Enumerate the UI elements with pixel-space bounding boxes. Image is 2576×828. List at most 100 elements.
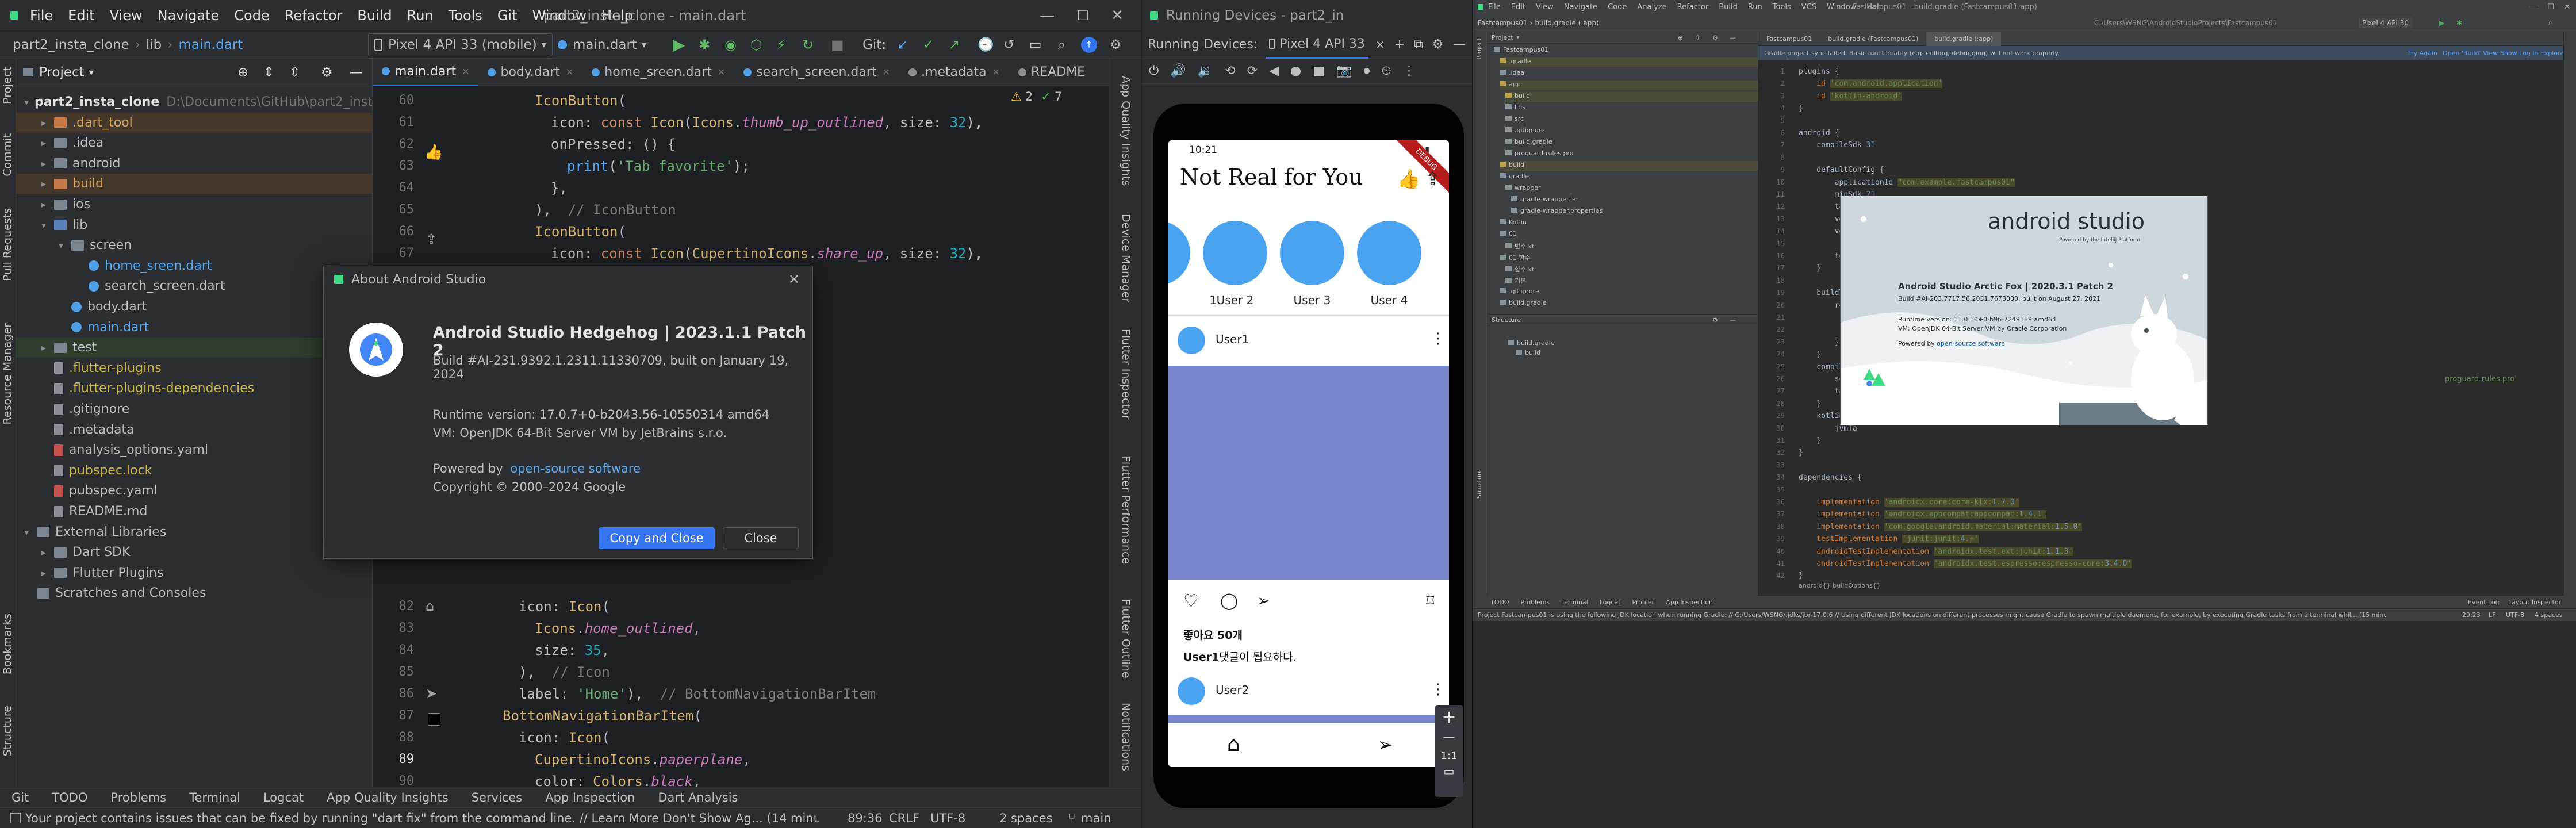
post-username[interactable]: User1 [1216,332,1249,346]
tree-item[interactable]: ▸ android [16,154,372,174]
project-view-selector[interactable]: Project [39,65,85,80]
tool-tab-structure[interactable]: Structure [1,706,15,756]
story-avatar[interactable] [1280,221,1344,285]
menu-item[interactable]: File [30,7,53,24]
close-icon[interactable]: ✕ [1111,7,1124,24]
add-device-icon[interactable]: + [1394,37,1405,52]
copy-and-close-button[interactable]: Copy and Close [599,527,715,549]
chevron-down-icon[interactable]: ▾ [24,97,29,108]
tree-item[interactable]: 함수.kt [1505,264,1534,274]
post-username[interactable]: User2 [1216,683,1249,697]
editor-tab[interactable]: README [1009,59,1094,86]
gear-icon[interactable]: ⚙ [1712,315,1718,326]
menu-item[interactable]: Tools [1773,3,1791,12]
menu-item[interactable]: Analyze [1637,3,1666,12]
tree-item[interactable]: app [1500,80,1758,90]
expand-all-icon[interactable]: ⇕ [263,65,274,80]
tree-item[interactable]: gradle [1500,172,1529,182]
device-selector[interactable]: Pixel 4 API 30 [2359,17,2413,28]
profile-icon[interactable]: ◉ [724,37,737,53]
tree-item[interactable]: ▾ External Libraries [16,522,372,542]
tool-tab-app-quality[interactable]: App Quality Insights [1118,76,1132,186]
git-commit-icon[interactable]: ✓ [923,37,934,52]
tree-item[interactable]: .flutter-plugins-dependencies [16,378,372,398]
tree-item[interactable]: ▸ Dart SDK [16,542,372,562]
breadcrumb-lib[interactable]: lib [146,37,162,52]
chevron-right-icon[interactable]: ▸ [41,342,54,353]
chevron-right-icon[interactable]: ▸ [41,137,54,148]
chevron-right-icon[interactable]: ▸ [41,178,54,189]
open-build-view-link[interactable]: Open 'Build' View [2443,49,2498,57]
bottom-tool-event-log[interactable]: Event Log [2468,599,2500,606]
volume-down-icon[interactable]: 🔉 [1198,64,1213,78]
tree-item[interactable]: wrapper [1505,184,1541,194]
bottom-tool-problems[interactable]: Problems [110,791,166,804]
debug-icon[interactable]: ✱ [699,37,710,53]
close-icon[interactable]: ✕ [2564,3,2570,12]
gear-icon[interactable]: ⚙ [321,65,333,80]
run-config-selector[interactable]: main.dart ▾ [552,33,652,56]
collapse-all-icon[interactable]: ⇳ [1695,34,1700,41]
editor-tab[interactable]: main.dart ✕ [373,59,479,86]
menu-item[interactable]: Refactor [285,7,343,24]
bottom-tool-logcat[interactable]: Logcat [263,791,304,804]
git-branch[interactable]: main [1081,811,1111,825]
debug-icon[interactable]: ✱ [2456,19,2462,27]
bottom-tool-git[interactable]: Git [12,791,29,804]
tree-item[interactable]: ▾ part2_insta_clone D:\Documents\GitHub\pa… [16,92,372,112]
editor-tab[interactable]: .metadata ✕ [899,59,1009,86]
more-icon[interactable]: ⋮ [1431,330,1446,347]
tree-item[interactable]: .gitignore [1500,288,1539,297]
close-tab-icon[interactable]: ✕ [566,67,573,78]
post-image[interactable] [1168,715,1449,723]
post-avatar[interactable] [1178,327,1205,354]
open-source-link[interactable]: open-source software [510,462,641,476]
collapse-all-icon[interactable]: ⇳ [289,65,300,80]
tree-item[interactable]: .metadata [16,420,372,440]
chevron-down-icon[interactable]: ▾ [24,527,37,538]
tool-tab-project[interactable]: Project [1475,38,1486,60]
locate-icon[interactable]: ⊕ [1678,34,1683,41]
story-avatar[interactable] [1168,221,1190,285]
tool-tab-project[interactable]: Project [1,67,15,104]
editor-tab[interactable]: build.gradle (Fastcampus01) [1820,35,1926,43]
tree-item[interactable]: Kotlin [1500,218,1527,228]
menu-item[interactable]: VCS [1801,3,1816,12]
menu-item[interactable]: Navigate [158,7,220,24]
line-separator[interactable]: CRLF [889,811,919,825]
bottom-tool-profiler[interactable]: Profiler [1632,599,1654,606]
tree-item[interactable]: ▸ .idea [16,133,372,153]
close-tab-icon[interactable]: ✕ [1375,38,1385,52]
settings-icon[interactable]: ⚙ [1432,37,1444,52]
comment-icon[interactable]: ◯ [1220,591,1238,610]
post-avatar[interactable] [1178,677,1205,705]
tree-item[interactable]: .idea [1500,69,1524,79]
more-icon[interactable]: ⋮ [1403,64,1416,78]
menu-item[interactable]: Tools [448,7,482,24]
tree-item[interactable]: ▸ build [16,174,372,194]
tool-tab-flutter-outline[interactable]: Flutter Outline [1118,599,1132,678]
tree-item[interactable]: .gitignore [16,399,372,419]
tree-item[interactable]: ▾ lib [16,215,372,235]
hide-icon[interactable]: — [350,65,363,80]
home-circle-icon[interactable]: ● [1290,64,1301,78]
file-encoding[interactable]: UTF-8 [930,811,965,825]
device-manager-icon[interactable]: ▭ [1029,37,1042,52]
phone-screen[interactable]: 10:21 ▮ ◢ DEBUG Not Real for You 👍 ⇪ 1Us… [1168,140,1449,767]
rollback-icon[interactable]: ↺ [1003,37,1014,52]
menu-item[interactable]: Build [357,7,392,24]
locate-icon[interactable]: ⊕ [237,65,248,80]
tool-tab-flutter-inspector[interactable]: Flutter Inspector [1118,329,1132,419]
zoom-out-icon[interactable]: − [1435,727,1463,747]
editor-tab-active[interactable]: build.gradle (:app) [1926,32,2002,46]
chevron-right-icon[interactable]: ▸ [41,568,54,578]
breadcrumb-project[interactable]: part2_insta_clone [13,37,129,52]
tree-item[interactable]: home_sreen.dart [16,256,372,276]
hot-reload-icon[interactable]: ⚡ [776,37,786,53]
tree-item[interactable]: gradle-wrapper.jar [1511,195,1578,205]
tree-item[interactable]: .gitignore [1505,126,1545,136]
structure-item[interactable]: build [1516,349,1540,359]
tool-tab-bookmarks[interactable]: Bookmarks [1,614,15,674]
show-log-link[interactable]: Show Log in Explorer [2500,49,2567,57]
breadcrumb-file[interactable]: build.gradle (:app) [1535,19,1598,27]
